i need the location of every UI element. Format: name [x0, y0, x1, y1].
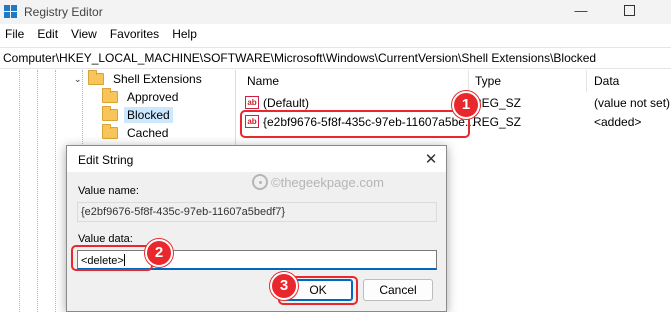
folder-icon — [88, 70, 104, 85]
step-badge-1: 1 — [452, 91, 480, 119]
column-header-data[interactable]: Data — [594, 74, 619, 88]
highlight-value-data — [71, 245, 153, 271]
maximize-button[interactable] — [622, 4, 636, 18]
chevron-down-icon[interactable]: ⌄ — [74, 74, 84, 85]
column-header-name[interactable]: Name — [247, 74, 279, 88]
copyright-icon — [252, 174, 268, 190]
folder-icon — [102, 106, 118, 121]
value-name-label: Value name: — [78, 185, 139, 197]
folder-icon — [102, 124, 118, 139]
tree-node-approved[interactable]: Approved — [102, 88, 181, 106]
menu-favorites[interactable]: Favorites — [110, 27, 159, 45]
address-path[interactable]: Computer\HKEY_LOCAL_MACHINE\SOFTWARE\Mic… — [3, 51, 596, 65]
folder-icon — [102, 88, 118, 103]
column-divider[interactable] — [586, 70, 587, 92]
step-badge-2: 2 — [145, 239, 173, 267]
menu-bar: File Edit View Favorites Help — [0, 27, 210, 45]
value-data-label: Value data: — [78, 233, 133, 245]
column-header-type[interactable]: Type — [475, 74, 501, 88]
value-type: REG_SZ — [473, 115, 522, 129]
tree-node-cached[interactable]: Cached — [102, 124, 171, 142]
value-name: (Default) — [263, 96, 310, 110]
tree-label: Cached — [127, 126, 169, 140]
dialog-title-bar: Edit String ✕ — [67, 146, 446, 172]
highlight-value-row — [240, 110, 470, 138]
tree-node-shell-extensions[interactable]: ⌄ Shell Extensions — [74, 70, 205, 88]
watermark: ©thegeekpage.com — [252, 174, 384, 190]
watermark-text: ©thegeekpage.com — [271, 174, 384, 190]
value-name-field: {e2bf9676-5f8f-435c-97eb-11607a5bedf7} — [77, 202, 437, 222]
title-bar: Registry Editor — — [0, 0, 671, 24]
maximize-icon — [623, 5, 635, 16]
menu-edit[interactable]: Edit — [37, 27, 58, 45]
dialog-title: Edit String — [78, 153, 134, 167]
menu-help[interactable]: Help — [172, 27, 197, 45]
tree-guide-line — [19, 70, 20, 312]
menu-file[interactable]: File — [5, 27, 24, 45]
window-title: Registry Editor — [24, 5, 103, 19]
edit-string-dialog: Edit String ✕ Value name: {e2bf9676-5f8f… — [66, 145, 447, 312]
address-bar[interactable]: Computer\HKEY_LOCAL_MACHINE\SOFTWARE\Mic… — [0, 47, 671, 69]
menu-view[interactable]: View — [71, 27, 97, 45]
tree-label: Blocked — [124, 107, 173, 123]
minimize-button[interactable]: — — [574, 4, 588, 18]
value-data: <added> — [594, 115, 642, 129]
value-data: (value not set) — [594, 96, 671, 110]
column-divider[interactable] — [468, 70, 469, 92]
tree-node-blocked[interactable]: Blocked — [102, 106, 173, 124]
step-badge-3: 3 — [270, 272, 298, 300]
tree-label: Shell Extensions — [113, 72, 202, 86]
close-icon[interactable]: ✕ — [423, 150, 439, 168]
tree-guide-line — [37, 70, 38, 312]
value-type: REG_SZ — [473, 96, 522, 110]
string-value-icon: ab — [245, 96, 259, 109]
cancel-button[interactable]: Cancel — [363, 279, 433, 301]
tree-label: Approved — [127, 90, 179, 104]
tree-guide-line — [55, 70, 56, 312]
registry-editor-icon — [4, 5, 18, 19]
